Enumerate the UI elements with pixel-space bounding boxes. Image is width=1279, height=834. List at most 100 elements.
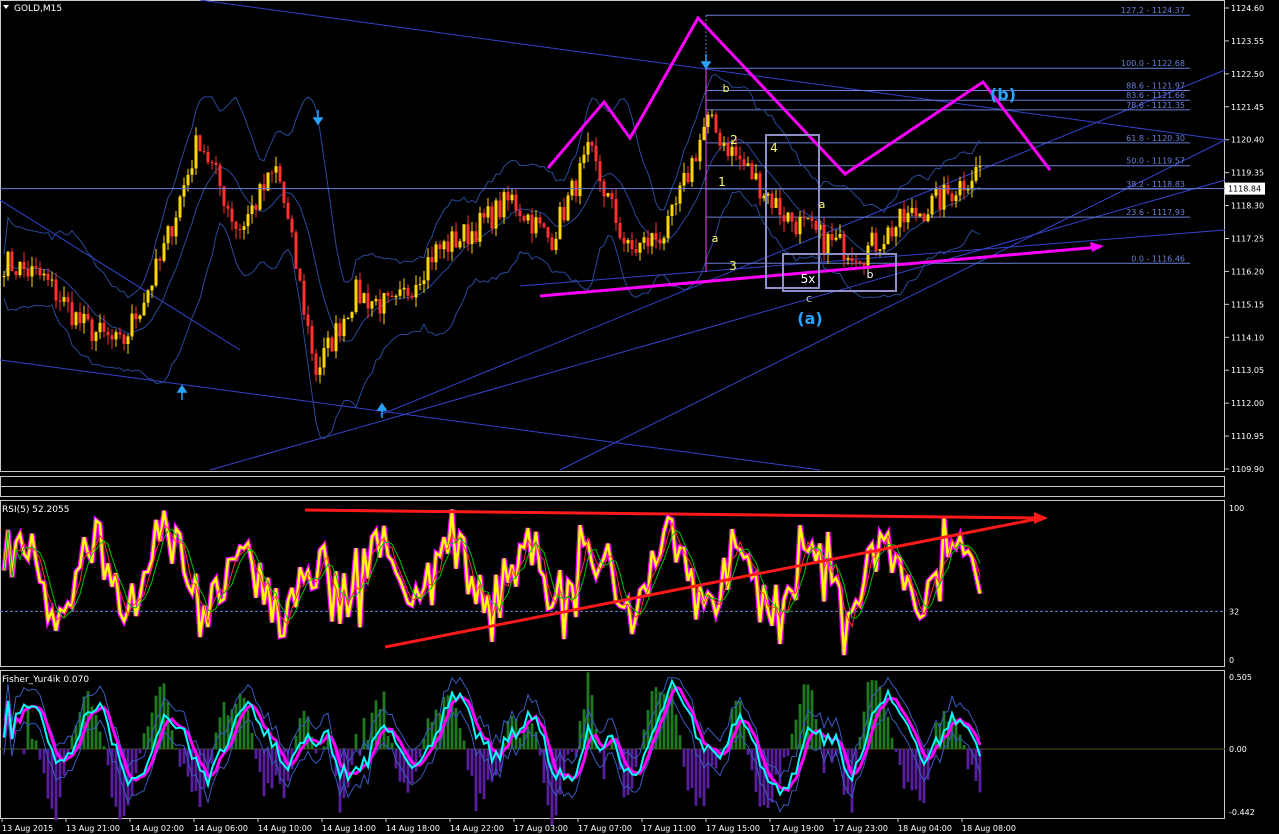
- fisher-histogram-bar: [26, 705, 30, 749]
- candle-body: [626, 240, 630, 244]
- time-tick-label: 14 Aug 06:00: [194, 824, 248, 833]
- candle-body: [670, 204, 674, 217]
- candle-body: [346, 317, 350, 319]
- channel-line: [559, 139, 1226, 471]
- candle-body: [90, 319, 94, 341]
- candle-body: [366, 293, 370, 309]
- candle-body: [682, 172, 686, 186]
- candle-body: [322, 348, 326, 368]
- candle-body: [510, 194, 514, 201]
- candle-body: [606, 193, 610, 197]
- candle-body: [854, 260, 858, 262]
- candle-body: [494, 200, 498, 229]
- candle-body: [118, 332, 122, 335]
- candle-body: [434, 244, 438, 263]
- fisher-histogram-bar: [138, 748, 142, 754]
- bb-upper-band: [3, 73, 981, 299]
- candle-body: [286, 202, 290, 219]
- candle-body: [858, 261, 862, 264]
- candle-body: [550, 237, 554, 251]
- candle-body: [634, 249, 638, 253]
- fisher-histogram-bar: [114, 748, 118, 807]
- fisher-histogram-bar: [178, 748, 182, 767]
- time-tick-label: 13 Aug 2015: [2, 824, 53, 833]
- fisher-panel: 0.505 0.00 -0.442: [0, 672, 1255, 826]
- candle-body: [806, 218, 810, 220]
- fisher-histogram-bar: [262, 748, 266, 797]
- candle-body: [934, 188, 938, 196]
- candle-body: [158, 258, 162, 261]
- fisher-histogram-bar: [30, 738, 34, 749]
- candle-body: [406, 287, 410, 296]
- fisher-histogram-bar: [106, 748, 110, 766]
- candle-body: [202, 151, 206, 153]
- time-tick-label: 14 Aug 10:00: [258, 824, 312, 833]
- fisher-histogram-bar: [682, 748, 686, 767]
- candle-body: [410, 295, 414, 298]
- fisher-histogram-bar: [882, 706, 886, 749]
- fisher-histogram-bar: [778, 748, 782, 785]
- candle-body: [514, 194, 518, 211]
- fisher-histogram-bar: [566, 748, 570, 755]
- candle-body: [650, 233, 654, 247]
- candle-body: [582, 154, 586, 164]
- candle-body: [914, 207, 918, 217]
- fisher-histogram-bar: [458, 728, 462, 749]
- candle-body: [490, 206, 494, 229]
- collapse-icon[interactable]: [3, 5, 9, 9]
- candle-body: [566, 195, 570, 221]
- candle-body: [454, 231, 458, 248]
- candle-body: [342, 318, 346, 337]
- candle-body: [710, 114, 714, 116]
- fisher-histogram-bar: [246, 709, 250, 749]
- candle-body: [642, 237, 646, 243]
- candle-body: [702, 126, 706, 140]
- candle-body: [242, 226, 246, 230]
- fisher-histogram-bar: [678, 735, 682, 749]
- wave-label: 2: [730, 133, 738, 147]
- candle-body: [474, 231, 478, 242]
- candle-body: [154, 258, 158, 286]
- candle-body: [46, 273, 50, 280]
- wave-box: [765, 134, 820, 289]
- candle-body: [598, 161, 602, 182]
- fib-level-label: 23.6 - 1117.93: [1126, 208, 1185, 217]
- fisher-histogram-bar: [906, 748, 910, 783]
- time-tick-label: 17 Aug 11:00: [642, 824, 696, 833]
- price-tick-label: 1112.00: [1231, 399, 1264, 408]
- candle-body: [42, 273, 46, 276]
- candle-body: [498, 200, 502, 218]
- candle-body: [234, 221, 238, 230]
- candle-body: [378, 299, 382, 314]
- candle-body: [38, 267, 42, 276]
- price-tick-label: 1109.90: [1231, 465, 1264, 474]
- candle-body: [258, 184, 262, 210]
- candle-body: [870, 232, 874, 246]
- fisher-histogram-bar: [750, 748, 754, 771]
- channel-lines: [0, 0, 1226, 471]
- candle-body: [294, 232, 298, 269]
- fisher-histogram-bar: [690, 748, 694, 788]
- fractal-down-icon: [312, 110, 324, 126]
- candle-body: [134, 313, 138, 320]
- candle-body: [526, 214, 530, 221]
- candle-body: [390, 295, 394, 298]
- candle-body: [178, 196, 182, 218]
- candle-body: [6, 251, 10, 277]
- rsi-resistance-trendline: [304, 508, 1043, 520]
- candle-body: [442, 241, 446, 250]
- candle-body: [450, 231, 454, 252]
- candle-body: [874, 232, 878, 251]
- fisher-histogram-bar: [810, 690, 814, 749]
- fisher-histogram-bar: [482, 748, 486, 800]
- time-tick-label: 14 Aug 02:00: [130, 824, 184, 833]
- price-tick-label: 1110.95: [1231, 432, 1264, 441]
- fib-level-label: 38.2 - 1118.83: [1126, 180, 1185, 189]
- fisher-histogram-bar: [222, 701, 226, 749]
- candle-body: [162, 243, 166, 261]
- candle-body: [278, 166, 282, 182]
- candle-body: [898, 208, 902, 228]
- candle-body: [10, 251, 14, 272]
- candle-body: [230, 208, 234, 222]
- bb-middle-band: [3, 139, 981, 342]
